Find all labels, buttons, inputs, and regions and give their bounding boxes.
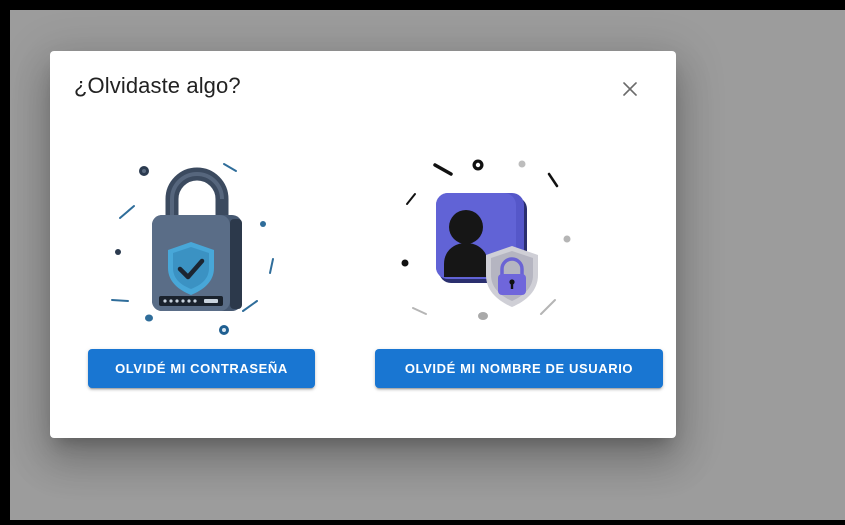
- forgot-password-button[interactable]: OLVIDÉ MI CONTRASEÑA: [88, 349, 315, 388]
- dialog-title: ¿Olvidaste algo?: [74, 73, 241, 98]
- forgot-dialog: ¿Olvidaste algo? OLVIDÉ MI CONTRASEÑA OL…: [50, 51, 676, 438]
- user-shield-icon: [401, 159, 571, 320]
- forgot-username-button[interactable]: OLVIDÉ MI NOMBRE DE USUARIO: [375, 349, 663, 388]
- close-icon: [623, 82, 637, 96]
- close-button[interactable]: [616, 75, 644, 103]
- padlock-shield-icon: [111, 163, 274, 335]
